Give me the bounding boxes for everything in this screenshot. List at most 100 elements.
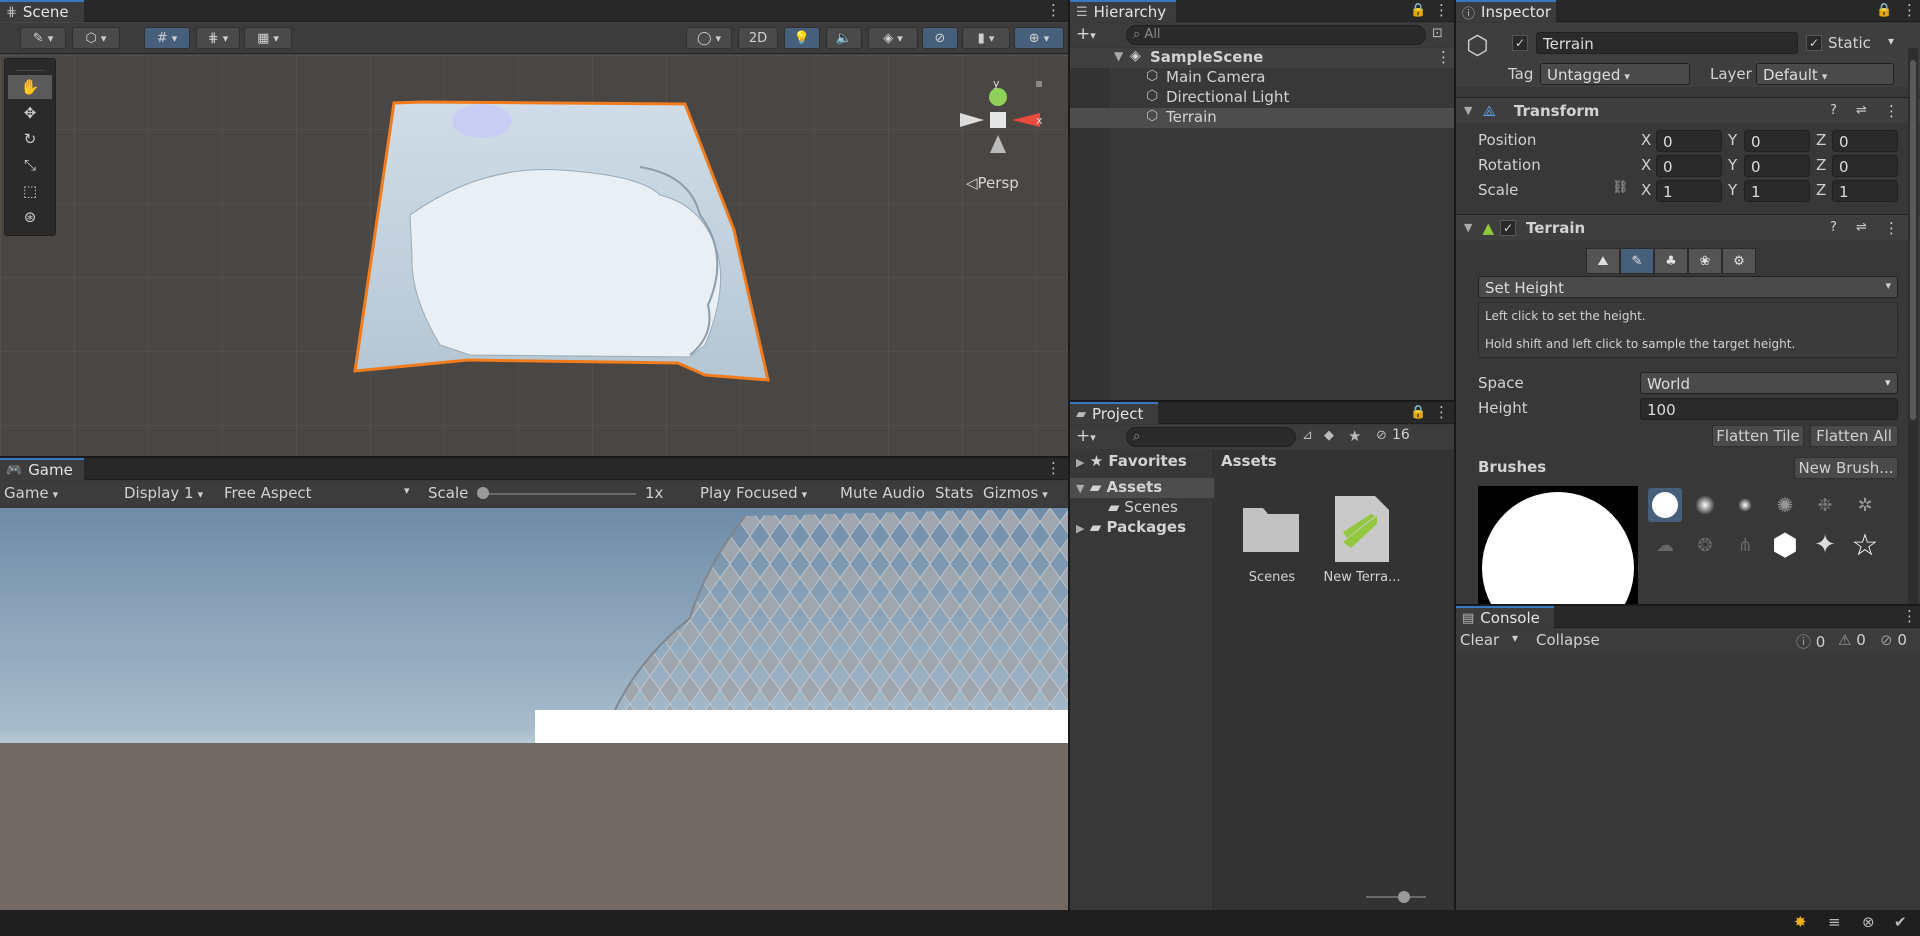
grid-settings-button[interactable]: ▦ xyxy=(244,27,292,49)
create-asset-button[interactable]: +▾ xyxy=(1076,426,1096,446)
clear-button[interactable]: Clear xyxy=(1460,631,1499,649)
hand-tool-icon[interactable]: ✋ xyxy=(8,75,52,99)
display-select[interactable]: Display 1 xyxy=(124,484,218,502)
preset-icon[interactable]: ⇌ xyxy=(1856,220,1867,235)
stats-toggle[interactable]: Stats xyxy=(935,484,973,502)
tab-game[interactable]: 🎮 Game xyxy=(0,458,84,480)
create-neighbor-icon[interactable]: ⛰ xyxy=(1586,248,1620,274)
audio-toggle-button[interactable]: 🔈 xyxy=(826,27,862,49)
tree-favorites[interactable]: ▶ ★ Favorites xyxy=(1076,452,1187,470)
scene-menu-icon[interactable]: ⋮ xyxy=(1046,2,1061,18)
project-menu-icon[interactable]: ⋮ xyxy=(1434,404,1449,420)
favorite-icon[interactable]: ★ xyxy=(1348,427,1361,445)
brush-solid-circle-icon[interactable] xyxy=(1648,488,1682,522)
render-mode-button[interactable]: ⬡ xyxy=(72,27,120,49)
tree-scenes[interactable]: ▰ Scenes xyxy=(1108,498,1178,516)
game-view-select[interactable]: Game xyxy=(4,484,112,502)
warning-filter[interactable]: ⚠ 0 xyxy=(1838,631,1866,649)
brush-splatter-icon[interactable]: ✲ xyxy=(1848,488,1882,522)
inspector-scrollbar-thumb[interactable] xyxy=(1910,60,1916,420)
scene-visibility-icon[interactable]: ⊡ xyxy=(1432,26,1443,41)
rotation-x-field[interactable]: 0 xyxy=(1656,155,1722,177)
scene-visibility-button[interactable]: ⊘ xyxy=(922,27,958,49)
object-name-field[interactable]: Terrain xyxy=(1536,32,1798,54)
camera-button[interactable]: ▮ xyxy=(962,27,1010,49)
brush-small-soft-icon[interactable] xyxy=(1728,488,1762,522)
breadcrumb[interactable]: Assets xyxy=(1221,452,1277,470)
lighting-toggle-button[interactable]: 💡 xyxy=(784,27,820,49)
lock-icon[interactable]: 🔒 xyxy=(1410,3,1426,18)
info-filter[interactable]: ⓘ 0 xyxy=(1796,631,1825,652)
brush-noise-icon[interactable]: ✺ xyxy=(1768,488,1802,522)
tag-select[interactable]: Untagged xyxy=(1540,63,1690,85)
static-dropdown-icon[interactable]: ▾ xyxy=(1888,34,1894,48)
scene-viewport[interactable]: y x ◁Persp xyxy=(0,55,1068,456)
game-viewport[interactable] xyxy=(0,508,1068,910)
scale-tool-icon[interactable]: ⤡ xyxy=(8,153,52,177)
asset-scenes-folder[interactable]: Scenes xyxy=(1237,500,1307,585)
lock-icon[interactable]: 🔒 xyxy=(1876,3,1892,18)
scale-z-field[interactable]: 1 xyxy=(1832,180,1898,202)
brush-star-icon[interactable]: ☆ xyxy=(1848,528,1882,563)
network-icon[interactable]: ⊗ xyxy=(1862,913,1875,931)
help-icon[interactable]: ? xyxy=(1830,220,1837,235)
hierarchy-item-selected[interactable]: ⬡ Terrain xyxy=(1070,108,1454,128)
draw-mode-button[interactable]: ✎ xyxy=(20,27,66,49)
tab-project[interactable]: ▰ Project xyxy=(1070,402,1158,424)
gizmos-button[interactable]: ⊕ xyxy=(1014,27,1064,49)
scale-slider-handle[interactable] xyxy=(477,487,489,499)
brush-cloud-icon[interactable]: ☁ xyxy=(1648,528,1682,562)
play-mode-select[interactable]: Play Focused xyxy=(700,484,834,502)
hierarchy-scene-row[interactable]: ▼ ◈ SampleScene ⋮ xyxy=(1070,48,1454,68)
persp-label[interactable]: ◁Persp xyxy=(966,174,1019,192)
grid-snap-button[interactable]: # xyxy=(144,27,190,49)
position-y-field[interactable]: 0 xyxy=(1744,130,1810,152)
static-checkbox[interactable]: ✓ xyxy=(1806,35,1822,51)
brush-hexagon-icon[interactable]: ⬢ xyxy=(1768,528,1802,563)
component-menu-icon[interactable]: ⋮ xyxy=(1884,102,1899,120)
rotation-y-field[interactable]: 0 xyxy=(1744,155,1810,177)
component-menu-icon[interactable]: ⋮ xyxy=(1884,219,1899,237)
tab-hierarchy[interactable]: ☰ Hierarchy xyxy=(1070,0,1176,22)
lock-icon[interactable]: 🔒 xyxy=(1410,405,1426,420)
increment-snap-button[interactable]: ⋕ xyxy=(196,27,240,49)
brush-grass-icon[interactable]: ⋔ xyxy=(1728,528,1762,562)
scale-slider-track[interactable] xyxy=(480,493,636,495)
brush-ring-icon[interactable]: ❂ xyxy=(1688,528,1722,562)
position-x-field[interactable]: 0 xyxy=(1656,130,1722,152)
move-tool-icon[interactable]: ✥ xyxy=(8,101,52,125)
shading-mode-button[interactable]: ◯ xyxy=(686,27,732,49)
gizmos-toggle[interactable]: Gizmos xyxy=(983,484,1048,502)
brush-starburst-icon[interactable]: ✦ xyxy=(1808,528,1842,562)
paint-trees-icon[interactable]: ♣ xyxy=(1654,248,1688,274)
clear-options-icon[interactable]: ▾ xyxy=(1512,631,1518,645)
rect-tool-icon[interactable]: ⬚ xyxy=(8,179,52,203)
new-brush-button[interactable]: New Brush... xyxy=(1794,457,1898,479)
scene-menu-icon[interactable]: ⋮ xyxy=(1436,48,1451,66)
help-icon[interactable]: ? xyxy=(1830,103,1837,118)
2d-toggle-button[interactable]: 2D xyxy=(738,27,778,49)
flatten-tile-button[interactable]: Flatten Tile xyxy=(1712,425,1804,447)
terrain-enabled-checkbox[interactable]: ✓ xyxy=(1500,219,1517,236)
mute-audio-toggle[interactable]: Mute Audio xyxy=(840,484,925,502)
hierarchy-search[interactable]: ⌕ All xyxy=(1126,25,1426,45)
terrain-component-header[interactable]: ▼ ▲ ✓ Terrain ? ⇌ ⋮ xyxy=(1456,214,1920,240)
brush-noise-2-icon[interactable]: ❉ xyxy=(1808,488,1842,522)
hierarchy-item[interactable]: ⬡ Directional Light xyxy=(1070,88,1454,108)
aspect-select[interactable]: Free Aspect ▾ xyxy=(224,484,416,502)
project-search[interactable]: ⌕ xyxy=(1126,427,1296,447)
paint-terrain-icon[interactable]: ✎ xyxy=(1620,248,1654,274)
rotation-z-field[interactable]: 0 xyxy=(1832,155,1898,177)
build-icon[interactable]: ✸ xyxy=(1794,913,1807,931)
hierarchy-item[interactable]: ⬡ Main Camera xyxy=(1070,68,1454,88)
expand-arrow-icon[interactable]: ▼ xyxy=(1114,49,1123,63)
search-by-type-icon[interactable]: ⊿ xyxy=(1302,428,1313,443)
preset-icon[interactable]: ⇌ xyxy=(1856,103,1867,118)
tree-packages[interactable]: ▶ ▰ Packages xyxy=(1076,518,1186,536)
tab-scene[interactable]: ⋕ Scene xyxy=(0,0,84,22)
height-field[interactable]: 100 xyxy=(1640,398,1898,420)
paint-details-icon[interactable]: ❀ xyxy=(1688,248,1722,274)
position-z-field[interactable]: 0 xyxy=(1832,130,1898,152)
palette-handle[interactable] xyxy=(15,61,45,71)
transform-tool-icon[interactable]: ⊛ xyxy=(8,205,52,229)
